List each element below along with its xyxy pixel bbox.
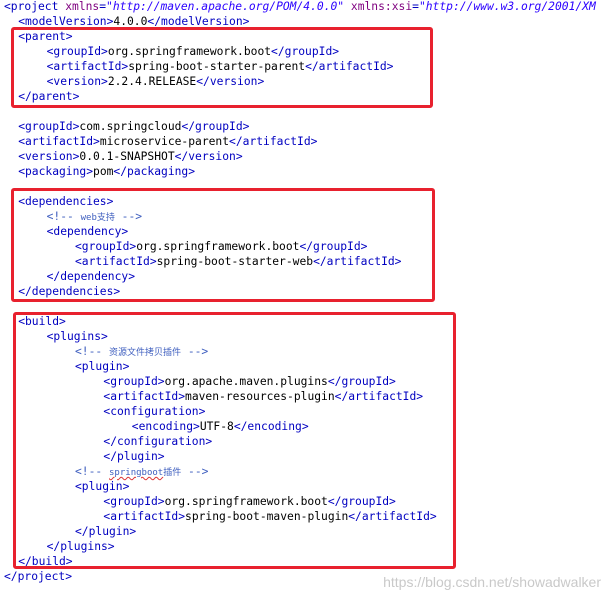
code-token: microservice-parent <box>99 135 230 148</box>
code-token: xmlns:xsi <box>350 0 413 13</box>
code-token: pom <box>93 165 114 178</box>
code-token: 0.0.1-SNAPSHOT <box>79 150 175 163</box>
code-line: <artifactId>microservice-parent</artifac… <box>18 135 317 149</box>
code-token: </project> <box>4 570 73 583</box>
watermark: https://blog.csdn.net/showadwalker <box>383 574 601 590</box>
code-line: <packaging>pom</packaging> <box>18 165 195 179</box>
code-token: com.springcloud <box>79 120 182 133</box>
code-line: </project> <box>4 570 72 584</box>
code-token: <groupId> <box>18 120 80 133</box>
code-token: <packaging> <box>18 165 94 178</box>
code-token: </version> <box>174 150 243 163</box>
code-token: </groupId> <box>181 120 250 133</box>
code-token: = <box>412 0 419 13</box>
code-token: <artifactId> <box>18 135 100 148</box>
code-token: xmlns <box>65 0 100 13</box>
code-line: <project xmlns = "http://maven.apache.org/… <box>4 0 596 14</box>
dependencies-highlight-box <box>11 188 435 302</box>
code-token: "http://maven.apache.org/POM/4.0.0" <box>106 0 345 13</box>
code-token: "http://www.w3.org/2001/XM <box>418 0 596 13</box>
code-token: <project <box>4 0 66 13</box>
code-token: </artifactId> <box>229 135 318 148</box>
code-token: </packaging> <box>113 165 196 178</box>
build-highlight-box <box>13 312 456 569</box>
parent-highlight-box <box>11 27 433 108</box>
code-token: <version> <box>18 150 80 163</box>
code-line: <version>0.0.1-SNAPSHOT</version> <box>18 150 242 164</box>
code-line: <groupId>com.springcloud</groupId> <box>18 120 249 134</box>
